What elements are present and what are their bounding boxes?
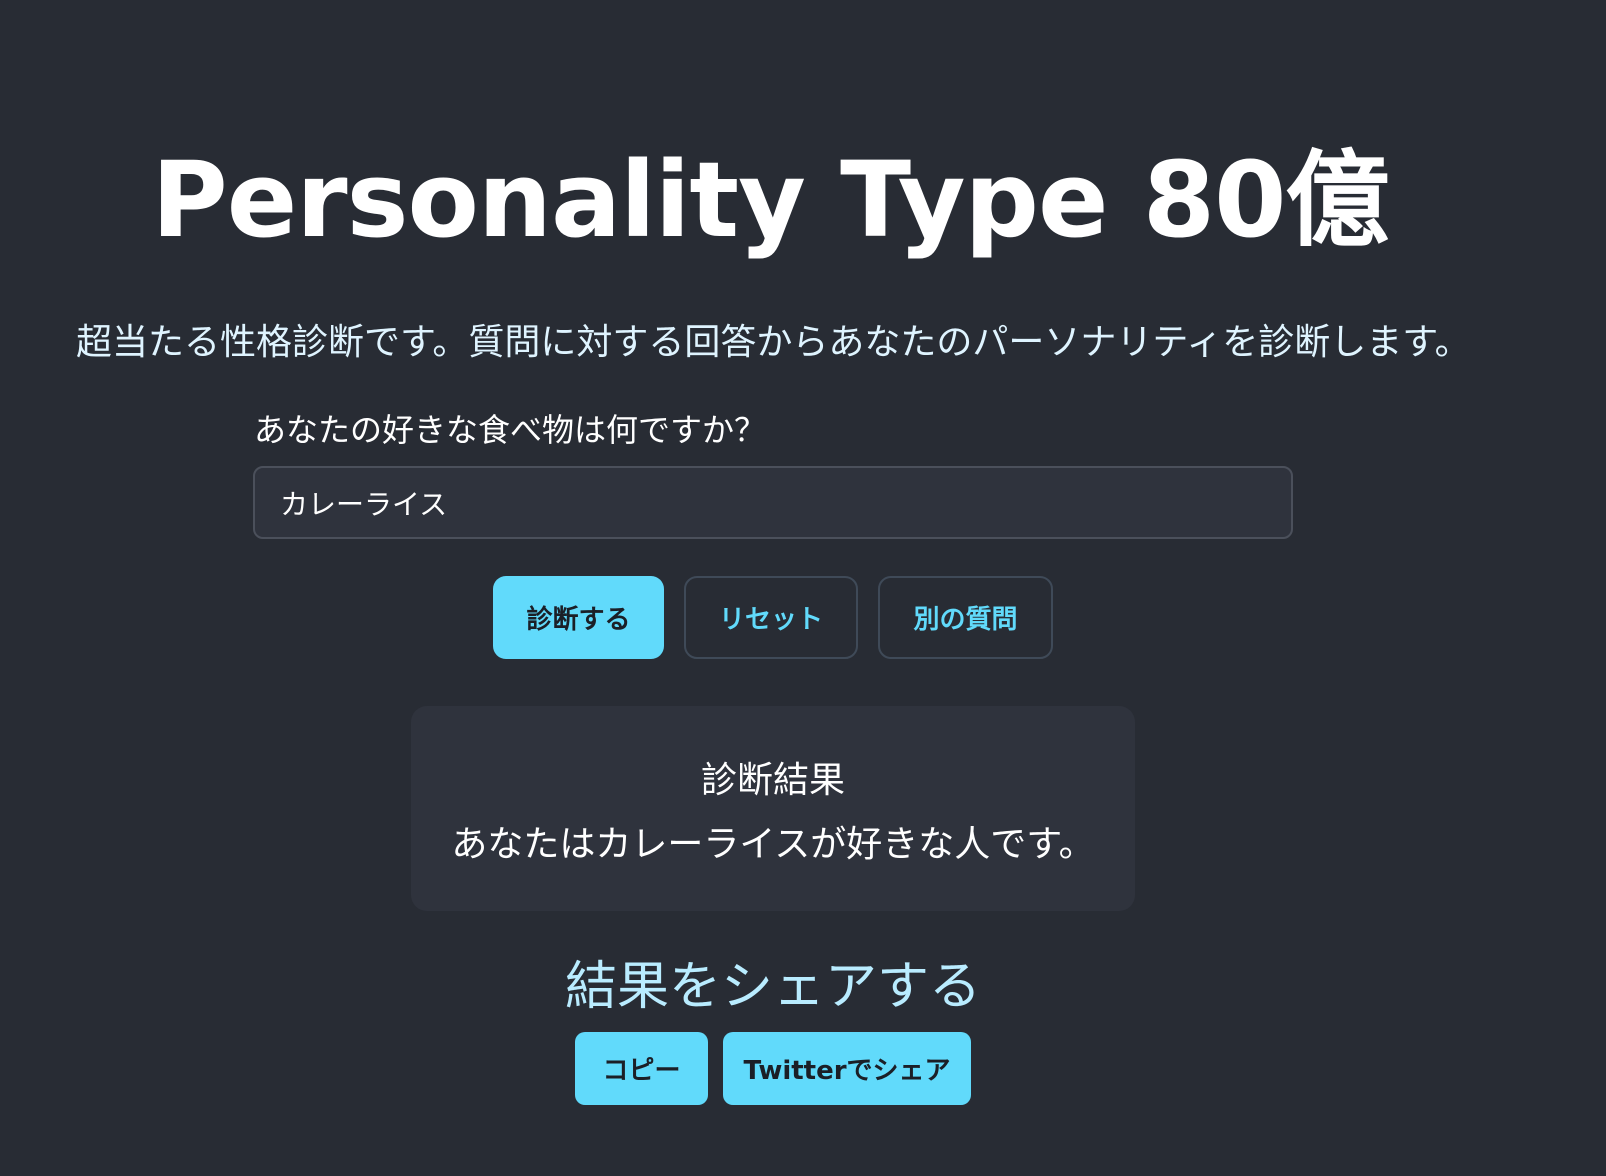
intro-description: 超当たる性格診断です。質問に対する回答からあなたのパーソナリティを診断します。 [76, 322, 1471, 363]
question-label: あなたの好きな食べ物は何ですか？ [254, 411, 767, 449]
share-heading: 結果をシェアする [564, 957, 981, 1017]
page: Personality Type 80億 超当たる性格診断です。質問に対する回答… [0, 0, 1606, 1176]
result-panel: 診断結果 あなたはカレーライスが好きな人です。 [411, 706, 1135, 911]
answer-input[interactable] [253, 466, 1293, 539]
twitter-share-button[interactable]: Twitterでシェア [723, 1032, 971, 1105]
result-heading: 診断結果 [700, 760, 845, 801]
reset-button[interactable]: リセット [684, 576, 858, 659]
other-question-button[interactable]: 別の質問 [878, 576, 1053, 659]
result-text: あなたはカレーライスが好きな人です。 [451, 824, 1095, 865]
diagnose-button[interactable]: 診断する [493, 576, 664, 659]
page-title: Personality Type 80億 [151, 138, 1390, 261]
copy-button[interactable]: コピー [575, 1032, 708, 1105]
